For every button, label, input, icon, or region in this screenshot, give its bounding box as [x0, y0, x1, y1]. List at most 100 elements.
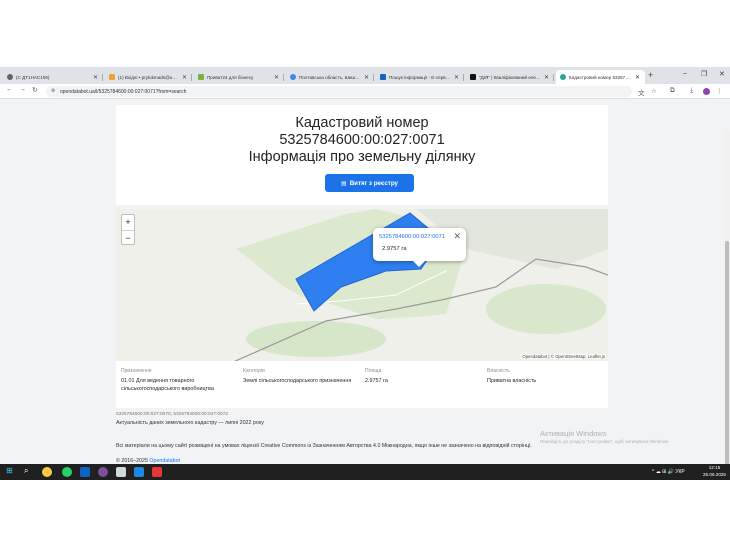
- property-value: Приватна власність: [487, 378, 537, 384]
- restore-button[interactable]: ❐: [701, 70, 707, 78]
- tab-title: (С ДТ1НАС109): [16, 74, 50, 80]
- tab-close-icon[interactable]: ✕: [364, 74, 369, 81]
- close-window-button[interactable]: ✕: [719, 70, 725, 78]
- registry-extract-button[interactable]: ▤ Витяг з реєстру: [325, 174, 414, 192]
- tab-title: Полтавська область, Шишаць...: [299, 74, 361, 80]
- property-value: 2.9757 га: [365, 378, 388, 384]
- tab-favicon-icon: [7, 74, 13, 80]
- page-title: Кадастровий номер 5325784600:00:027:0071…: [116, 105, 608, 166]
- site-info-icon[interactable]: ⚙: [51, 88, 55, 94]
- tab-favicon-icon: [380, 74, 386, 80]
- menu-kebab-icon[interactable]: ⋮: [716, 87, 723, 95]
- forward-icon[interactable]: →: [19, 86, 26, 93]
- browser-tab[interactable]: Пошук інформації - Е-сервіси ✕: [376, 70, 464, 84]
- property-category: Категорія Землі сільськогосподарського п…: [243, 368, 361, 385]
- whatsapp-icon[interactable]: [62, 467, 72, 477]
- tab-close-icon[interactable]: ✕: [274, 74, 279, 81]
- map-vegetation: [246, 321, 386, 357]
- property-label: Категорія: [243, 368, 265, 374]
- tab-close-icon[interactable]: ✕: [544, 74, 549, 81]
- license-note: Всі матеріали на цьому сайті розміщені н…: [116, 443, 532, 449]
- property-area: Площа 2.9757 га: [365, 368, 483, 385]
- cadastral-number: 5325784600:00:027:0071: [279, 132, 445, 148]
- system-tray[interactable]: ^ ☁ ⊞ 🔊 УКР: [652, 469, 685, 475]
- activation-subtitle: Перейдіть до розділу "Настройки", щоб ак…: [540, 439, 670, 444]
- popup-parcel-link[interactable]: 5325784600:00:027:0071: [379, 234, 445, 240]
- data-actuality-note: Актуальність даних земельного кадастру —…: [116, 420, 264, 426]
- document-icon: ▤: [341, 180, 347, 187]
- edge-icon[interactable]: [80, 467, 90, 477]
- tab-title: Кадастровий номер 53257846...: [569, 74, 632, 80]
- browser-tab-active[interactable]: Кадастровий номер 53257846... ✕: [556, 70, 645, 84]
- property-label: Власність: [487, 368, 510, 374]
- tab-close-icon[interactable]: ✕: [635, 74, 640, 81]
- app-icon[interactable]: [134, 467, 144, 477]
- extensions-icon[interactable]: ⧉: [670, 87, 675, 95]
- app-icon[interactable]: [116, 467, 126, 477]
- tab-favicon-icon: [560, 74, 566, 80]
- search-icon[interactable]: ⌕: [24, 466, 28, 476]
- tab-close-icon[interactable]: ✕: [454, 74, 459, 81]
- address-bar[interactable]: ⚙ opendatabot.ua/l/5325784600:00:027:007…: [46, 86, 632, 97]
- title-line-3: Інформація про земельну ділянку: [248, 149, 476, 165]
- parcel-popup: 5325784600:00:027:0071 2.9757 га ✕: [373, 228, 466, 267]
- zoom-out-button[interactable]: −: [122, 230, 134, 245]
- zoom-in-button[interactable]: +: [122, 215, 134, 230]
- back-icon[interactable]: ←: [6, 86, 13, 93]
- browser-tab[interactable]: (1) Вхідні • prylukmads@ukr.net ✕: [105, 70, 192, 84]
- page-scrollbar[interactable]: [724, 131, 730, 464]
- tab-favicon-icon: [290, 74, 296, 80]
- parcel-properties: Призначення 01.01 Для ведення товарного …: [116, 361, 608, 408]
- bookmark-star-icon[interactable]: ☆: [651, 87, 657, 95]
- property-purpose: Призначення 01.01 Для ведення товарного …: [121, 368, 239, 393]
- clock-date: 25.06.2025: [703, 471, 726, 477]
- tab-close-icon[interactable]: ✕: [182, 74, 187, 81]
- chrome-icon[interactable]: [42, 467, 52, 477]
- property-label: Площа: [365, 368, 382, 374]
- tab-favicon-icon: [198, 74, 204, 80]
- property-value: 01.01 Для ведення товарного сільськогосп…: [121, 378, 214, 392]
- app-icon[interactable]: [152, 467, 162, 477]
- tab-strip: (С ДТ1НАС109) ✕ (1) Вхідні • prylukmads@…: [0, 67, 730, 84]
- url-text: opendatabot.ua/l/5325784600:00:027:0071?…: [60, 88, 187, 95]
- browser-tab[interactable]: Полтавська область, Шишаць... ✕: [286, 70, 374, 84]
- tab-title: "ДІЯ" | Кваліфікований електр...: [479, 74, 541, 80]
- reload-icon[interactable]: ↻: [32, 86, 38, 94]
- title-line-1: Кадастровий номер: [295, 115, 429, 131]
- windows-taskbar: ⊞ ⌕ ^ ☁ ⊞ 🔊 УКР 12:15 25.06.2025: [0, 464, 730, 480]
- windows-activation-watermark: Активація Windows Перейдіть до розділу "…: [540, 429, 670, 444]
- download-icon[interactable]: ⤓: [690, 87, 693, 95]
- map-attribution: Opendatabot | © OpenStreetMap, Leaflet.j…: [521, 354, 606, 359]
- start-windows-icon[interactable]: ⊞: [6, 466, 13, 475]
- desktop: (С ДТ1НАС109) ✕ (1) Вхідні • prylukmads@…: [0, 67, 730, 480]
- tab-favicon-icon: [470, 74, 476, 80]
- tab-title: Пошук інформації - Е-сервіси: [389, 74, 451, 80]
- header-card: Кадастровий номер 5325784600:00:027:0071…: [116, 105, 608, 205]
- map-canvas: [233, 209, 608, 361]
- screen: (С ДТ1НАС109) ✕ (1) Вхідні • prylukmads@…: [0, 0, 730, 547]
- profile-avatar[interactable]: [703, 88, 710, 95]
- new-tab-button[interactable]: +: [648, 70, 653, 80]
- translate-icon[interactable]: 文: [638, 87, 645, 97]
- browser-tab[interactable]: (С ДТ1НАС109) ✕: [3, 70, 103, 84]
- browser-tab[interactable]: Приват24 для бізнесу ✕: [194, 70, 284, 84]
- scroll-thumb[interactable]: [725, 241, 729, 464]
- browser-tab[interactable]: "ДІЯ" | Кваліфікований електр... ✕: [466, 70, 554, 84]
- related-parcel-links[interactable]: 5325784600:00:027:0070, 5325784600:00:02…: [116, 412, 228, 417]
- property-ownership: Власність Приватна власність: [487, 368, 605, 385]
- property-label: Призначення: [121, 368, 152, 374]
- taskbar-clock[interactable]: 12:15 25.06.2025: [703, 465, 726, 478]
- popup-area-value: 2.9757 га: [382, 246, 407, 252]
- tab-title: Приват24 для бізнесу: [207, 74, 254, 80]
- tab-close-icon[interactable]: ✕: [93, 74, 98, 81]
- property-value: Землі сільськогосподарського призначення: [243, 378, 352, 384]
- browser-toolbar: ← → ↻ ⚙ opendatabot.ua/l/5325784600:00:0…: [0, 84, 730, 99]
- zoom-control: + −: [121, 214, 135, 245]
- viber-icon[interactable]: [98, 467, 108, 477]
- minimize-button[interactable]: –: [683, 70, 687, 77]
- registry-extract-label: Витяг з реєстру: [349, 179, 398, 187]
- parcel-map[interactable]: + − 5325784600:00:027:0071 2.9757 га ✕ O…: [116, 209, 608, 361]
- tab-title: (1) Вхідні • prylukmads@ukr.net: [118, 74, 179, 80]
- popup-close-button[interactable]: ✕: [453, 231, 461, 242]
- tab-favicon-icon: [109, 74, 115, 80]
